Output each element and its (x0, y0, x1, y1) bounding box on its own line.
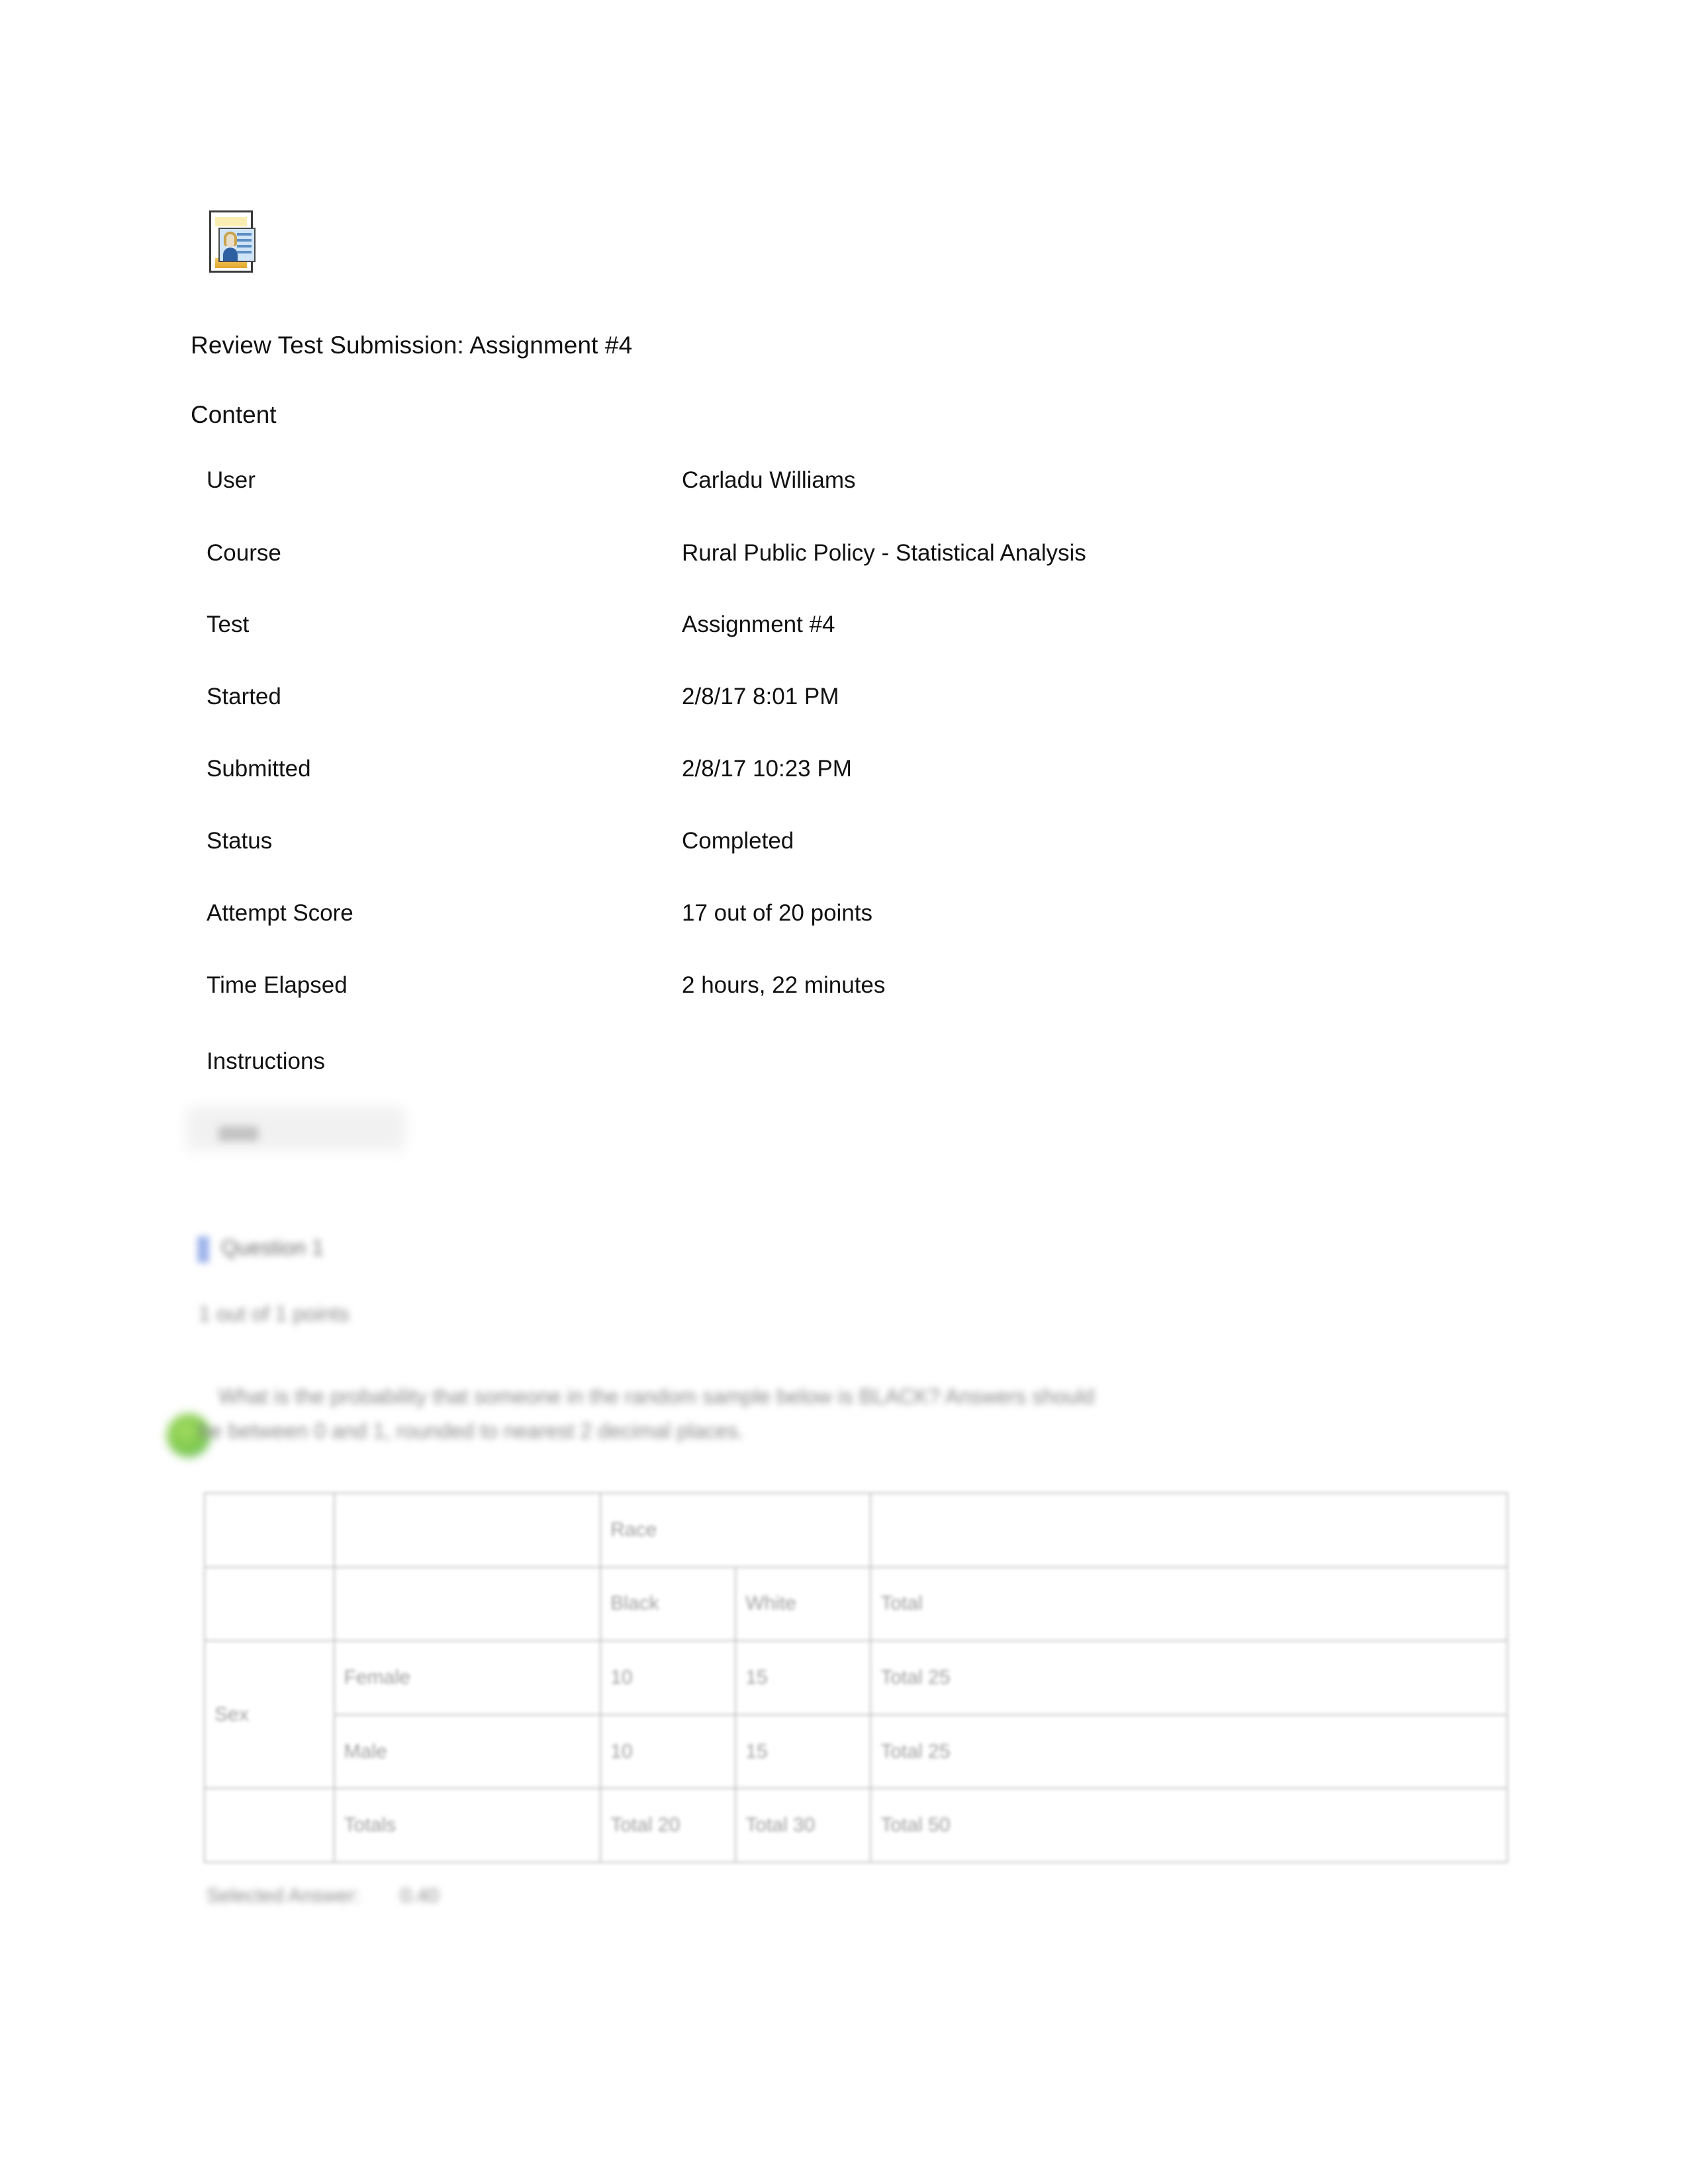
selected-answer-value: 0.40 (400, 1885, 439, 1907)
detail-label-started: Started (207, 684, 281, 709)
instructions-heading: Instructions (207, 1048, 325, 1074)
table-row: Male 10 15 Total 25 (205, 1713, 1508, 1790)
detail-value-started: 2/8/17 8:01 PM (682, 684, 839, 709)
table-cell-black-header: Black (600, 1566, 737, 1642)
table-cell: 15 (735, 1713, 872, 1790)
table-cell: 15 (735, 1640, 872, 1715)
table-cell-sex-header: Sex (204, 1640, 335, 1790)
detail-row-started: Started 2/8/17 8:01 PM (0, 681, 1688, 715)
detail-label-time-elapsed: Time Elapsed (207, 972, 348, 998)
icon-card-text-lines (237, 233, 252, 257)
table-cell: Total 50 (870, 1788, 1508, 1863)
detail-value-attempt-score: 17 out of 20 points (682, 900, 872, 926)
detail-row-attempt-score: Attempt Score 17 out of 20 points (0, 897, 1688, 932)
table-cell: Total 25 (870, 1640, 1508, 1715)
detail-row-course: Course Rural Public Policy - Statistical… (0, 537, 1688, 572)
table-cell: 10 (600, 1713, 737, 1790)
table-cell (204, 1492, 335, 1568)
detail-row-status: Status Completed (0, 825, 1688, 860)
table-cell (204, 1566, 335, 1642)
selected-answer-label: Selected Answer: (207, 1885, 360, 1907)
table-cell (333, 1492, 602, 1568)
icon-id-card (218, 228, 256, 262)
detail-row-test: Test Assignment #4 (0, 609, 1688, 643)
detail-value-course: Rural Public Policy - Statistical Analys… (682, 540, 1086, 566)
status-badge: Completed (682, 828, 794, 854)
user-id-card-document-icon (209, 210, 256, 275)
table-cell: Total 20 (600, 1788, 737, 1863)
table-cell-male: Male (333, 1713, 602, 1790)
table-row: Sex Female 10 15 Total 25 (204, 1640, 1508, 1790)
detail-label-status: Status (207, 828, 273, 854)
icon-portrait-body (223, 248, 238, 261)
table-cell-totals: Totals (333, 1788, 602, 1863)
icon-portrait-face (226, 234, 234, 248)
detail-row-submitted: Submitted 2/8/17 10:23 PM (0, 753, 1688, 788)
table-cell (333, 1566, 602, 1642)
table-cell (204, 1788, 335, 1863)
question-text-line-1: What is the probability that someone in … (218, 1385, 1095, 1408)
table-cell: 10 (600, 1640, 737, 1715)
question-points-label: 1 out of 1 points (199, 1302, 350, 1326)
question-data-table: Race Black White Total Sex Female 10 15 … (204, 1492, 1508, 1863)
question-header-label: Question 1 (221, 1236, 324, 1259)
detail-label-course: Course (207, 540, 281, 566)
icon-portrait (222, 231, 238, 261)
table-cell: Total 25 (870, 1713, 1508, 1790)
table-row: Race (204, 1492, 1508, 1568)
detail-row-time-elapsed: Time Elapsed 2 hours, 22 minutes (0, 970, 1688, 1004)
icon-top-band (215, 217, 247, 226)
table-cell: Total 30 (735, 1788, 872, 1863)
table-cell-total-header: Total (870, 1566, 1508, 1642)
detail-value-time-elapsed: 2 hours, 22 minutes (682, 972, 886, 998)
selected-answer-line: Selected Answer: 0.40 (207, 1883, 439, 1909)
detail-label-submitted: Submitted (207, 756, 311, 782)
instructions-redacted-chip (218, 1126, 258, 1141)
question-arrow-icon (197, 1236, 209, 1263)
page-title: Review Test Submission: Assignment #4 (191, 332, 633, 359)
detail-row-user: User Carladu Williams (0, 465, 1688, 499)
detail-value-submitted: 2/8/17 10:23 PM (682, 756, 852, 782)
table-row: Black White Total (204, 1566, 1508, 1642)
table-row: Totals Total 20 Total 30 Total 50 (204, 1788, 1508, 1863)
table-cell-female: Female (333, 1640, 602, 1715)
detail-value-user: Carladu Williams (682, 467, 856, 493)
detail-label-attempt-score: Attempt Score (207, 900, 353, 926)
document-page: Review Test Submission: Assignment #4 Co… (0, 0, 1688, 2184)
detail-label-test: Test (207, 612, 250, 637)
detail-value-test: Assignment #4 (682, 612, 835, 637)
question-text-line-2: be between 0 and 1, rounded to nearest 2… (199, 1419, 744, 1443)
content-section-heading: Content (191, 401, 277, 428)
table-cell-white-header: White (735, 1566, 872, 1642)
detail-label-user: User (207, 467, 256, 493)
table-cell-race-header: Race (600, 1492, 872, 1568)
table-cell (870, 1492, 1508, 1568)
